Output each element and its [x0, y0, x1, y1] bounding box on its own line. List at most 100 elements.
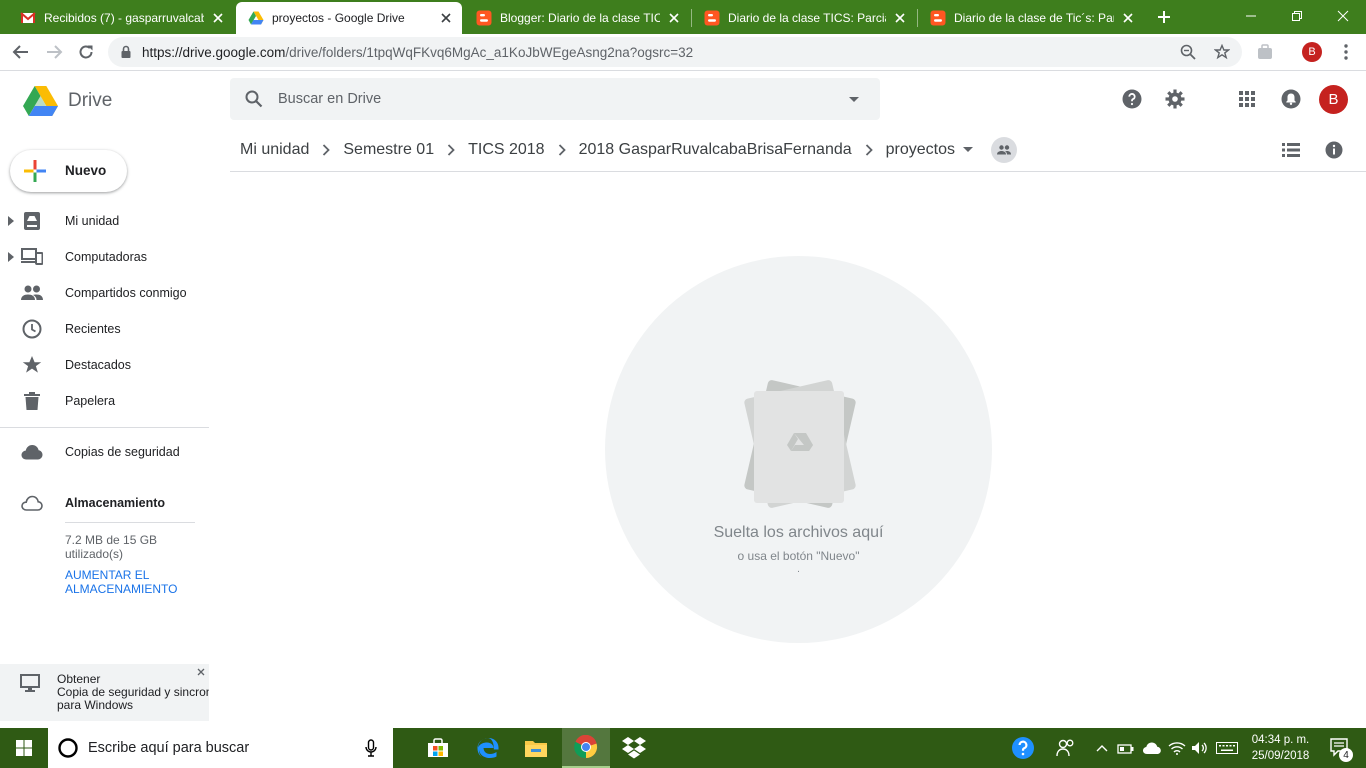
restore-icon[interactable]	[1274, 0, 1320, 32]
notifications-icon[interactable]	[1279, 87, 1303, 111]
clock-date: 25/09/2018	[1251, 750, 1310, 762]
edge-browser-icon[interactable]	[464, 728, 512, 768]
blogger-icon	[930, 10, 946, 26]
people-tray-icon[interactable]	[1046, 728, 1086, 768]
breadcrumb: Mi unidad Semestre 01 TICS 2018 2018 Gas…	[240, 137, 1018, 163]
microsoft-store-icon[interactable]	[414, 728, 462, 768]
search-icon[interactable]	[245, 90, 263, 108]
sidebar-item-trash[interactable]: Papelera	[0, 384, 209, 418]
microphone-icon[interactable]	[365, 739, 377, 757]
notification-count-badge: 4	[1339, 748, 1353, 762]
profile-avatar[interactable]: B	[1302, 42, 1322, 62]
zoom-icon[interactable]	[1180, 44, 1196, 60]
close-tab-icon[interactable]	[438, 10, 454, 26]
sidebar-item-recent[interactable]: Recientes	[0, 312, 209, 346]
account-avatar[interactable]: B	[1319, 85, 1348, 114]
sidebar-item-storage[interactable]: Almacenamiento	[0, 486, 209, 520]
lock-icon[interactable]	[120, 45, 132, 59]
taskbar-search-box[interactable]: Escribe aquí para buscar	[48, 728, 393, 768]
tab-gmail[interactable]: Recibidos (7) - gasparruvalcaba	[8, 2, 234, 34]
backup-sync-promo[interactable]: Obtener Copia de seguridad y sincronizac…	[0, 664, 209, 721]
empty-state-dot: .	[797, 564, 800, 575]
expand-caret-icon[interactable]	[8, 252, 14, 262]
close-tab-icon[interactable]	[1120, 10, 1136, 26]
cortana-circle-icon	[58, 738, 78, 758]
taskbar-clock[interactable]: 04:34 p. m. 25/09/2018	[1243, 732, 1318, 764]
breadcrumb-current-folder[interactable]: proyectos	[886, 141, 955, 159]
close-tab-icon[interactable]	[892, 10, 908, 26]
cloud-outline-icon	[21, 492, 43, 514]
close-tab-icon[interactable]	[210, 10, 226, 26]
forward-arrow-icon[interactable]	[43, 41, 65, 63]
url-text[interactable]: https://drive.google.com/drive/folders/1…	[142, 45, 693, 60]
breadcrumb-item[interactable]: Semestre 01	[343, 141, 434, 159]
list-view-icon[interactable]	[1279, 138, 1303, 162]
shared-folder-people-icon[interactable]	[991, 137, 1018, 163]
apps-grid-icon[interactable]	[1235, 87, 1259, 111]
tab-title: Recibidos (7) - gasparruvalcaba	[44, 11, 204, 25]
windows-start-icon[interactable]	[0, 728, 48, 768]
breadcrumb-item[interactable]: TICS 2018	[468, 141, 544, 159]
file-explorer-icon[interactable]	[512, 728, 560, 768]
settings-gear-icon[interactable]	[1163, 87, 1187, 111]
close-promo-icon[interactable]	[197, 668, 205, 676]
help-icon[interactable]	[1120, 87, 1144, 111]
menu-kebab-icon[interactable]	[1335, 41, 1357, 63]
drive-logo-text[interactable]: Drive	[68, 90, 112, 112]
minimize-icon[interactable]	[1228, 0, 1274, 32]
sidebar-item-backups[interactable]: Copias de seguridad	[0, 435, 209, 469]
sidebar-divider	[0, 427, 209, 428]
empty-folder-illustration-icon	[733, 378, 858, 513]
breadcrumb-item[interactable]: Mi unidad	[240, 141, 309, 159]
taskbar-search-placeholder: Escribe aquí para buscar	[88, 740, 250, 756]
computers-icon	[21, 246, 43, 268]
windows-taskbar: Escribe aquí para buscar 04:34 p. m. 25/…	[0, 728, 1366, 768]
back-arrow-icon[interactable]	[10, 41, 32, 63]
sidebar-item-shared-with-me[interactable]: Compartidos conmigo	[0, 276, 209, 310]
onedrive-cloud-icon[interactable]	[1140, 728, 1164, 768]
search-input[interactable]	[278, 88, 838, 110]
tab-blogger-3[interactable]: Diario de la clase de Tic´s: Parc	[918, 2, 1144, 34]
tab-blogger-1[interactable]: Blogger: Diario de la clase TICS:	[464, 2, 690, 34]
trash-icon	[21, 390, 43, 412]
sidebar-item-my-drive[interactable]: Mi unidad	[0, 204, 209, 238]
drive-logo-icon[interactable]	[23, 86, 58, 116]
wifi-icon[interactable]	[1165, 728, 1189, 768]
info-icon[interactable]	[1322, 138, 1346, 162]
extension-icon[interactable]	[1254, 41, 1276, 63]
upgrade-storage-link[interactable]: AUMENTAR EL ALMACENAMIENTO	[65, 568, 205, 596]
tab-title: Blogger: Diario de la clase TICS:	[500, 11, 660, 25]
folder-menu-dropdown-icon[interactable]	[963, 147, 974, 153]
help-tray-icon[interactable]	[1000, 728, 1046, 768]
chevron-up-icon[interactable]	[1092, 728, 1112, 768]
close-window-icon[interactable]	[1320, 0, 1366, 32]
bookmark-star-icon[interactable]	[1214, 44, 1230, 60]
tab-title: Diario de la clase TICS: Parcial 0	[728, 11, 886, 25]
storage-usage-bar	[65, 522, 195, 523]
new-tab-icon[interactable]	[1154, 7, 1174, 27]
new-button[interactable]: Nuevo	[10, 150, 127, 192]
search-options-dropdown-icon[interactable]	[848, 96, 860, 103]
reload-icon[interactable]	[75, 41, 97, 63]
battery-icon[interactable]	[1114, 728, 1138, 768]
keyboard-icon[interactable]	[1212, 728, 1242, 768]
expand-caret-icon[interactable]	[8, 216, 14, 226]
clock-time: 04:34 p. m.	[1251, 734, 1310, 746]
close-tab-icon[interactable]	[666, 10, 682, 26]
action-center-icon[interactable]: 4	[1320, 728, 1360, 768]
search-bar[interactable]	[230, 78, 880, 120]
chrome-taskbar-icon[interactable]	[562, 728, 610, 768]
volume-icon[interactable]	[1188, 728, 1212, 768]
dropbox-icon[interactable]	[610, 728, 658, 768]
chevron-right-icon	[447, 144, 455, 156]
chevron-right-icon	[558, 144, 566, 156]
chevron-right-icon	[865, 144, 873, 156]
storage-usage-text: 7.2 MB de 15 GB utilizado(s)	[65, 533, 158, 561]
sidebar-item-computers[interactable]: Computadoras	[0, 240, 209, 274]
address-bar[interactable]: https://drive.google.com/drive/folders/1…	[108, 37, 1242, 67]
sidebar-item-starred[interactable]: Destacados	[0, 348, 209, 382]
empty-state-subtitle: o usa el botón "Nuevo"	[737, 549, 860, 563]
breadcrumb-item[interactable]: 2018 GasparRuvalcabaBrisaFernanda	[579, 141, 852, 159]
tab-drive[interactable]: proyectos - Google Drive	[236, 2, 462, 34]
tab-blogger-2[interactable]: Diario de la clase TICS: Parcial 0	[692, 2, 916, 34]
